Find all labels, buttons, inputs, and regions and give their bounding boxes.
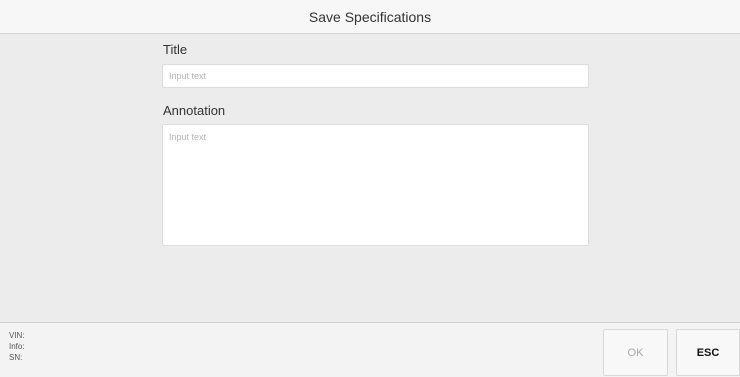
annotation-textarea[interactable] (162, 124, 589, 246)
ok-button[interactable]: OK (603, 329, 668, 376)
sn-label: SN: (9, 353, 23, 362)
footer-bar: VIN: Info: SN: OK ESC (0, 322, 740, 377)
title-input[interactable] (162, 64, 589, 88)
page-title: Save Specifications (308, 8, 432, 25)
esc-button[interactable]: ESC (676, 329, 740, 376)
vehicle-info: VIN: Info: SN: (9, 330, 25, 363)
info-label: Info: (9, 342, 25, 351)
annotation-label: Annotation (163, 103, 226, 118)
vin-label: VIN: (9, 331, 25, 340)
save-specifications-screen: Save Specifications Title Annotation VIN… (0, 0, 740, 377)
title-bar: Save Specifications (0, 0, 740, 34)
title-label: Title (163, 42, 188, 57)
